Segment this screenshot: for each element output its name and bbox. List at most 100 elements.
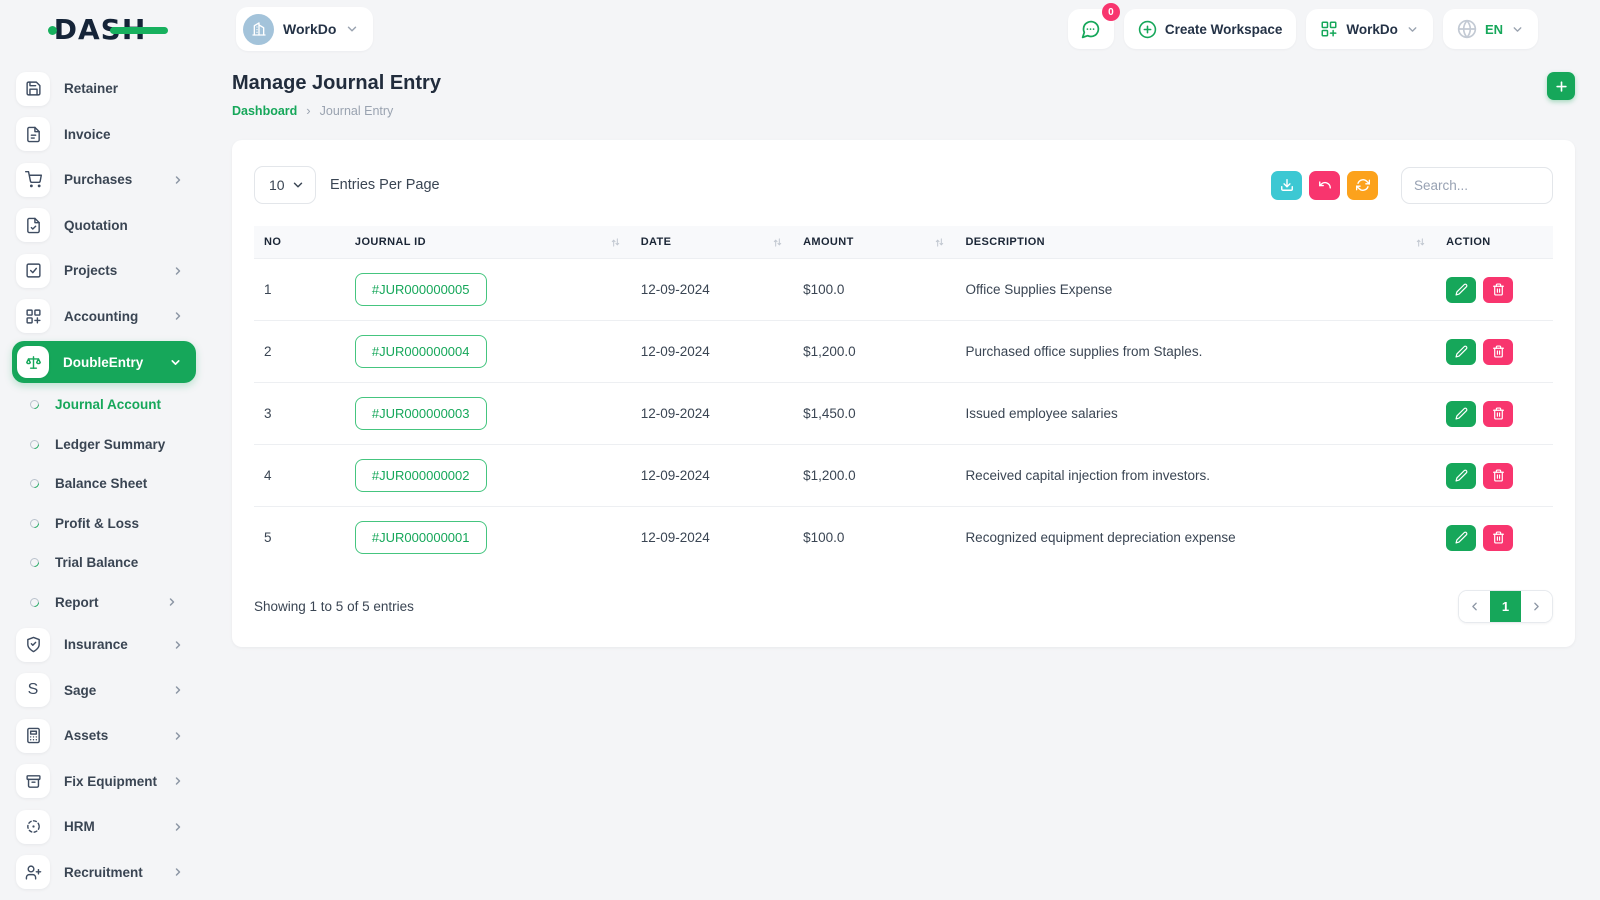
- pencil-icon: [1455, 407, 1467, 420]
- sidebar-subitem-journal-account[interactable]: Journal Account: [0, 385, 200, 425]
- sidebar-item-recruitment[interactable]: Recruitment: [0, 850, 200, 896]
- plus-circle-icon: [1138, 20, 1157, 39]
- chevron-right-icon: [175, 686, 181, 694]
- cell-amount: $100.0: [793, 506, 956, 568]
- sidebar-subitem-ledger-summary[interactable]: Ledger Summary: [0, 425, 200, 465]
- breadcrumb-current: Journal Entry: [319, 103, 394, 118]
- sidebar-subitem-profit-loss[interactable]: Profit & Loss: [0, 504, 200, 544]
- workspace-switcher[interactable]: WorkDo: [236, 7, 374, 51]
- main-content: Manage Journal Entry Dashboard › Journal…: [200, 58, 1600, 900]
- cell-no: 5: [254, 506, 345, 568]
- edit-button[interactable]: [1446, 400, 1477, 427]
- sidebar-item-projects[interactable]: Projects: [0, 248, 200, 294]
- sidebar-item-accounting[interactable]: Accounting: [0, 294, 200, 340]
- edit-button[interactable]: [1446, 276, 1477, 303]
- delete-button[interactable]: [1483, 276, 1514, 303]
- column-header-action: ACTION: [1446, 236, 1491, 248]
- delete-button[interactable]: [1483, 524, 1514, 551]
- file-text-icon: [16, 117, 50, 152]
- column-header-amount[interactable]: AMOUNT: [793, 226, 955, 259]
- chevron-right-icon: [175, 732, 181, 740]
- edit-button[interactable]: [1446, 462, 1477, 489]
- chevron-right-icon: [175, 176, 181, 184]
- bullet-icon: [28, 437, 41, 451]
- target-icon: [16, 809, 50, 844]
- chat-icon: [1080, 19, 1101, 40]
- sidebar-item-purchases[interactable]: Purchases: [0, 157, 200, 203]
- column-header-journal-id[interactable]: JOURNAL ID: [345, 226, 631, 259]
- workdo-menu-button[interactable]: WorkDo: [1306, 9, 1433, 49]
- chevron-right-icon: ›: [306, 103, 311, 118]
- sidebar-subitem-report[interactable]: Report: [0, 583, 200, 623]
- sidebar-item-insurance[interactable]: Insurance: [0, 622, 200, 668]
- sidebar-item-doubleentry[interactable]: DoubleEntry: [12, 341, 196, 383]
- sidebar-item-invoice[interactable]: Invoice: [0, 112, 200, 158]
- chevron-right-icon: [175, 312, 181, 320]
- logo-dash: [110, 26, 169, 34]
- cell-description: Recognized equipment depreciation expens…: [955, 506, 1437, 568]
- cell-date: 12-09-2024: [630, 444, 794, 507]
- export-button[interactable]: [1271, 170, 1302, 200]
- edit-button[interactable]: [1446, 524, 1477, 551]
- refresh-icon: [1355, 178, 1370, 192]
- cell-amount: $1,200.0: [793, 444, 956, 507]
- refresh-button[interactable]: [1347, 170, 1378, 200]
- file-check-icon: [16, 208, 50, 243]
- pencil-icon: [1455, 469, 1467, 482]
- sidebar-item-assets[interactable]: Assets: [0, 713, 200, 759]
- create-workspace-button[interactable]: Create Workspace: [1123, 9, 1297, 49]
- sidebar-item-quotation[interactable]: Quotation: [0, 203, 200, 249]
- breadcrumb-dashboard-link[interactable]: Dashboard: [232, 104, 297, 118]
- app-logo: DASH: [0, 13, 200, 46]
- sidebar-subitem-trial-balance[interactable]: Trial Balance: [0, 543, 200, 583]
- pagination: 1: [1458, 590, 1553, 623]
- cell-amount: $100.0: [793, 258, 956, 321]
- journal-id-badge[interactable]: #JUR000000003: [354, 397, 487, 430]
- entries-per-page-select[interactable]: 10: [254, 166, 316, 204]
- sort-icon[interactable]: [772, 237, 783, 248]
- search-input[interactable]: [1401, 166, 1553, 204]
- edit-button[interactable]: [1446, 338, 1477, 365]
- delete-button[interactable]: [1483, 462, 1514, 489]
- sidebar-subitem-balance-sheet[interactable]: Balance Sheet: [0, 464, 200, 504]
- delete-button[interactable]: [1483, 338, 1514, 365]
- add-journal-entry-button[interactable]: [1547, 72, 1575, 100]
- sort-icon[interactable]: [610, 237, 621, 248]
- sidebar-item-fix-equipment[interactable]: Fix Equipment: [0, 759, 200, 805]
- next-page-button[interactable]: [1521, 591, 1552, 622]
- delete-button[interactable]: [1483, 400, 1514, 427]
- sidebar-item-hrm[interactable]: HRM: [0, 804, 200, 850]
- check-square-icon: [16, 253, 50, 288]
- language-selector[interactable]: EN: [1442, 9, 1538, 49]
- shield-check-icon: [16, 627, 50, 662]
- sort-icon[interactable]: [1415, 237, 1426, 248]
- chevron-right-icon: [175, 823, 181, 831]
- cart-icon: [16, 162, 50, 197]
- table-row: 3 #JUR000000003 12-09-2024 $1,450.0 Issu…: [254, 382, 1553, 445]
- journal-id-badge[interactable]: #JUR000000005: [354, 273, 487, 306]
- prev-page-button[interactable]: [1459, 591, 1490, 622]
- undo-icon: [1318, 178, 1332, 192]
- column-header-description[interactable]: DESCRIPTION: [955, 226, 1436, 259]
- messages-button[interactable]: 0: [1067, 3, 1120, 49]
- sidebar-item-retainer[interactable]: Retainer: [0, 66, 200, 112]
- sidebar-item-sage[interactable]: S Sage: [0, 668, 200, 714]
- journal-entry-card: 10 Entries Per Page Search... NO JOURNAL…: [232, 140, 1575, 647]
- trash-icon: [1492, 407, 1504, 420]
- journal-id-badge[interactable]: #JUR000000004: [354, 335, 487, 368]
- pencil-icon: [1455, 531, 1467, 544]
- journal-id-badge[interactable]: #JUR000000001: [354, 521, 487, 554]
- column-header-date[interactable]: DATE: [631, 226, 793, 259]
- user-plus-icon: [16, 855, 50, 890]
- page-number-button[interactable]: 1: [1490, 591, 1521, 622]
- calculator-icon: [16, 718, 50, 753]
- sort-icon[interactable]: [934, 237, 945, 248]
- table-row: 2 #JUR000000004 12-09-2024 $1,200.0 Purc…: [254, 320, 1553, 383]
- workspace-name: WorkDo: [283, 21, 337, 37]
- table-row: 5 #JUR000000001 12-09-2024 $100.0 Recogn…: [254, 506, 1553, 568]
- plus-icon: [1554, 79, 1569, 94]
- table-row: 4 #JUR000000002 12-09-2024 $1,200.0 Rece…: [254, 444, 1553, 507]
- journal-id-badge[interactable]: #JUR000000002: [354, 459, 487, 492]
- entries-per-page-label: Entries Per Page: [330, 177, 440, 193]
- reset-button[interactable]: [1309, 170, 1340, 200]
